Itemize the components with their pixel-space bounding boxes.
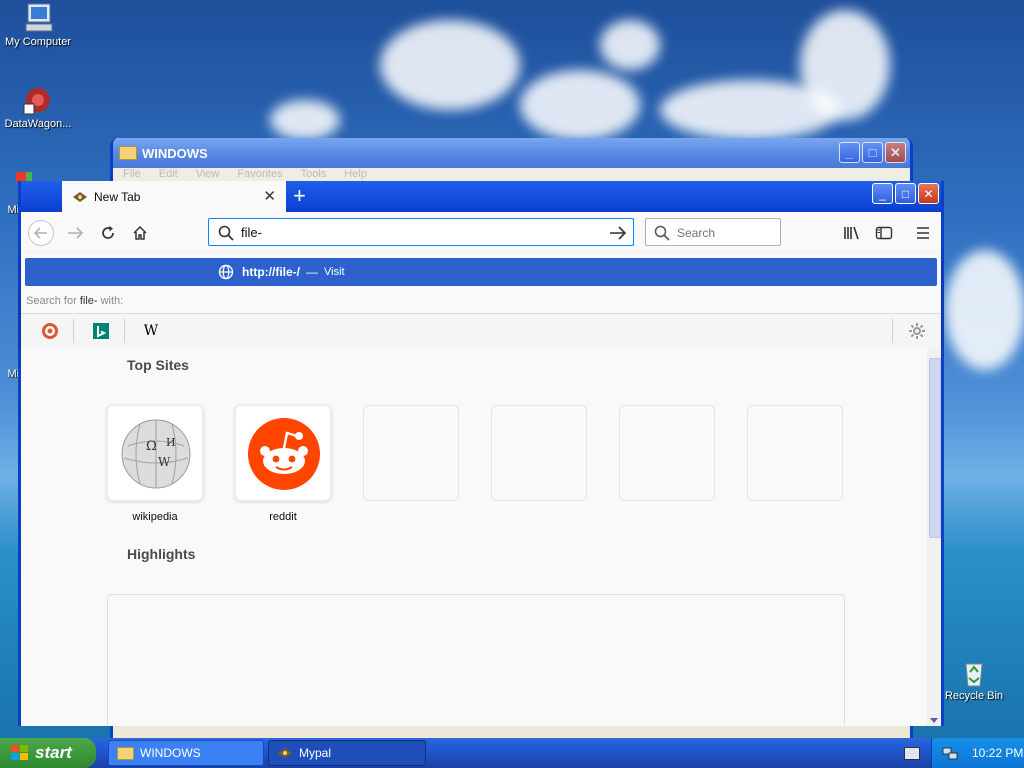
library-icon [844,226,859,240]
search-icon [654,225,670,241]
network-icon[interactable] [942,745,958,761]
menu-button[interactable] [910,220,936,246]
explorer-titlebar[interactable]: WINDOWS _ □ ✕ [113,138,910,168]
recycle-bin-icon [958,656,990,688]
navigation-toolbar: file- Search [21,212,941,253]
computer-icon [22,2,54,34]
suggestion-url: http://file-/ [242,265,300,279]
start-button[interactable]: start [0,738,96,768]
new-tab-page: Top Sites Ω W И wikipedia reddit Highlig… [21,348,927,726]
close-tab-icon[interactable]: ✕ [263,187,276,205]
taskbar-item-mypal[interactable]: Mypal [268,740,426,766]
tab-title: New Tab [94,189,141,204]
url-bar[interactable]: file- [208,218,634,246]
back-button[interactable] [28,220,54,246]
highlights-heading: Highlights [127,546,196,562]
top-site-label: wikipedia [132,511,178,523]
forward-arrow-icon [68,227,83,239]
suggestion-separator: — [305,265,318,279]
reload-icon [102,226,114,239]
globe-icon [218,264,234,280]
maximize-button[interactable]: □ [862,142,883,163]
scroll-down-arrow-icon[interactable] [930,718,938,723]
search-term: file- [79,295,98,307]
reload-button[interactable] [95,220,121,246]
suggestion-action: Visit [323,266,345,278]
top-site-empty-slot [363,405,459,501]
hamburger-icon [917,227,929,239]
top-site-empty-slot [747,405,843,501]
one-off-search-engines: W [21,313,941,348]
sidebar-button[interactable] [871,220,897,246]
search-with-label: Search for file- with: [26,295,124,307]
svg-text:И: И [166,436,176,449]
explorer-title: WINDOWS [142,145,208,161]
desktop-icon-datawagon[interactable]: DataWagon... [0,84,76,130]
duckduckgo-icon[interactable] [41,322,59,340]
library-button[interactable] [839,220,865,246]
top-site-label: reddit [269,511,297,523]
windows-logo-icon [11,745,28,760]
search-placeholder: Search [677,226,716,240]
system-tray: 10:22 PM [931,738,1024,768]
forward-button[interactable] [62,220,88,246]
datawagon-icon [22,84,54,116]
close-button[interactable]: ✕ [885,142,906,163]
start-label: start [35,743,72,762]
scrollbar-thumb[interactable] [929,358,941,538]
close-button[interactable]: ✕ [918,183,939,204]
url-suggestion-popup: http://file-/ — Visit Search for file- w… [21,253,941,348]
mypal-icon [278,748,292,758]
reddit-icon [248,418,320,490]
clock[interactable]: 10:22 PM [972,746,1023,760]
home-icon [133,225,147,240]
minimize-button[interactable]: _ [839,142,860,163]
keyboard-icon[interactable] [904,747,920,760]
desktop-icon-label: My Computer [4,36,72,48]
tab-strip: New Tab ✕ + _ □ ✕ [21,181,941,212]
go-arrow-icon[interactable] [609,225,627,241]
top-sites-heading: Top Sites [127,357,189,373]
svg-text:W: W [158,455,171,469]
search-icon [218,225,234,241]
svg-text:Ω: Ω [146,439,157,454]
search-bar[interactable]: Search [645,218,781,246]
bing-icon[interactable] [92,322,110,340]
desktop-icon-my-computer[interactable]: My Computer [0,2,76,48]
browser-window[interactable]: New Tab ✕ + _ □ ✕ file- Search http://fi… [18,181,944,726]
top-site-reddit[interactable] [235,405,331,501]
taskbar: start WINDOWS Mypal 10:22 PM [0,738,1024,768]
new-tab-button[interactable]: + [293,183,306,209]
gear-icon[interactable] [908,322,926,340]
folder-icon [119,146,137,160]
highlights-panel [107,594,845,726]
task-label: Mypal [299,746,332,760]
tab-new-tab[interactable]: New Tab ✕ [62,181,286,212]
mypal-icon [72,190,88,204]
desktop-icon-label: Recycle Bin [944,690,1004,702]
vertical-scrollbar[interactable] [927,348,941,726]
maximize-button[interactable]: □ [895,183,916,204]
taskbar-item-windows[interactable]: WINDOWS [108,740,264,766]
task-label: WINDOWS [140,746,201,760]
folder-icon [117,746,134,760]
top-site-empty-slot [491,405,587,501]
desktop-icon-label: DataWagon... [4,118,72,130]
sidebar-icon [875,226,893,240]
top-site-empty-slot [619,405,715,501]
top-site-wikipedia[interactable]: Ω W И [107,405,203,501]
back-arrow-icon [34,227,47,239]
wikipedia-icon[interactable]: W [142,322,160,340]
minimize-button[interactable]: _ [872,183,893,204]
wikipedia-globe-icon: Ω W И [121,419,191,489]
visit-suggestion[interactable]: http://file-/ — Visit [25,258,937,286]
url-input[interactable]: file- [241,225,262,240]
home-button[interactable] [127,220,153,246]
desktop-icon-recycle-bin[interactable]: Recycle Bin [936,656,1012,702]
